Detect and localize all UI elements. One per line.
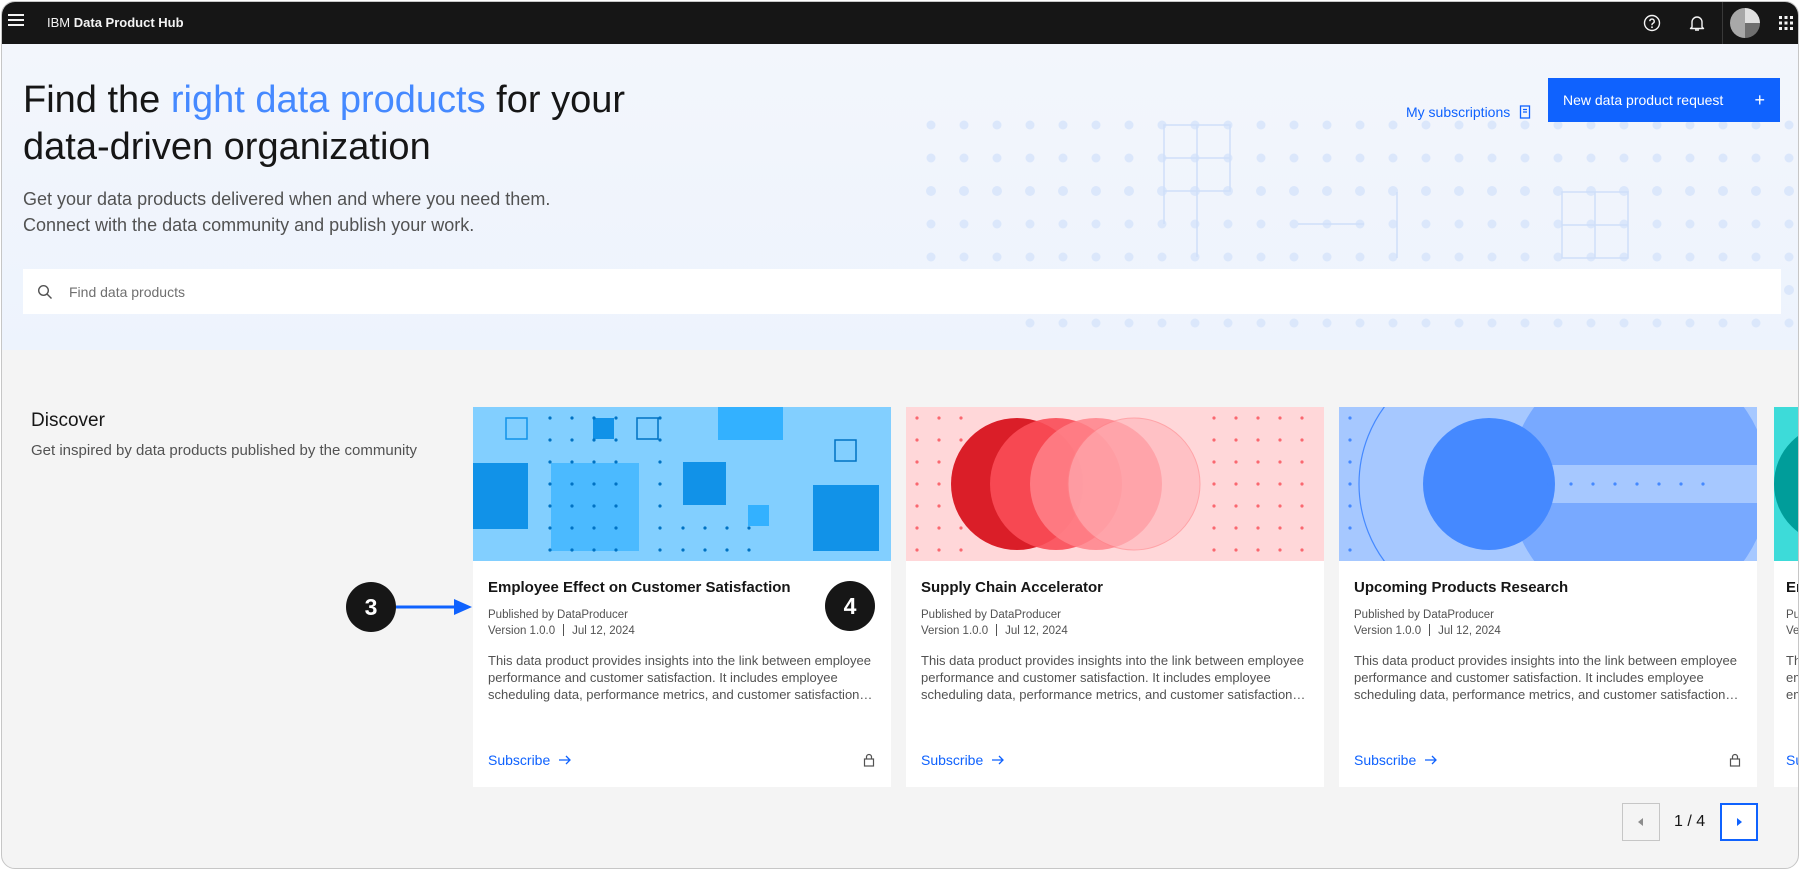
new-request-label: New data product request — [1563, 92, 1724, 108]
avatar-button[interactable] — [1722, 2, 1766, 44]
card-version: Version 1.0.0 — [1354, 625, 1422, 637]
top-bar: IBM Data Product Hub — [2, 2, 1798, 44]
search-bar — [23, 269, 1781, 314]
card-title: Em — [1786, 579, 1798, 596]
card-version: Version 1.0.0 — [488, 625, 556, 637]
card-date: Jul 12, 2024 — [572, 625, 635, 637]
card-publisher: Published by DataProducer — [488, 609, 628, 621]
card-description-line: em — [1786, 687, 1798, 702]
data-product-card[interactable]: Supply Chain Accelerator Published by Da… — [906, 407, 1324, 787]
arrow-right-icon — [559, 755, 572, 765]
annotation-arrow — [396, 599, 472, 615]
arrow-right-icon — [992, 755, 1005, 765]
card-description-line: Th — [1786, 653, 1798, 668]
brand-prefix: IBM — [47, 15, 71, 30]
hero-subtitle: Get your data products delivered when an… — [23, 186, 663, 238]
card-meta: Published by DataProducer Version 1.0.0 J… — [921, 607, 1068, 639]
app-window: IBM Data Product Hub Find the right data… — [1, 1, 1799, 869]
notification-icon[interactable] — [1675, 2, 1719, 44]
card-meta: Published by DataProducer Version 1.0.0 J… — [1354, 607, 1501, 639]
brand[interactable]: IBM Data Product Hub — [47, 15, 184, 30]
previous-page-button[interactable] — [1622, 803, 1660, 841]
hero-section: Find the right data products for your da… — [2, 44, 1798, 350]
avatar — [1729, 8, 1760, 38]
card-date: Jul 12, 2024 — [1438, 625, 1501, 637]
subscribe-link[interactable]: Subscribe — [1354, 752, 1438, 768]
app-switcher-icon[interactable] — [1764, 2, 1798, 44]
card-version: Version 1.0.0 — [921, 625, 989, 637]
help-icon[interactable] — [1630, 2, 1674, 44]
lock-icon — [1729, 753, 1741, 767]
new-data-product-request-button[interactable]: New data product request + — [1548, 78, 1780, 122]
search-input[interactable] — [69, 283, 1781, 300]
card-publisher: Published by DataProducer — [1354, 609, 1494, 621]
card-illustration — [906, 407, 1324, 561]
my-subscriptions-button[interactable]: My subscriptions — [1392, 90, 1546, 134]
lock-icon — [863, 753, 875, 767]
card-description-line: em — [1786, 670, 1798, 685]
card-date: Jul 12, 2024 — [1005, 625, 1068, 637]
hero-title-pre: Find the — [23, 79, 171, 121]
bookmark-list-icon — [1520, 105, 1531, 119]
menu-icon[interactable] — [8, 14, 24, 30]
discover-subtitle: Get inspired by data products published … — [31, 442, 418, 459]
data-product-card[interactable]: Upcoming Products Research Published by … — [1339, 407, 1757, 787]
card-meta: Published by DataProducer Version 1.0.0 J… — [488, 607, 635, 639]
plus-icon: + — [1754, 89, 1765, 110]
card-title[interactable]: Employee Effect on Customer Satisfaction — [488, 579, 791, 596]
card-title[interactable]: Supply Chain Accelerator — [921, 579, 1103, 596]
card-title[interactable]: Upcoming Products Research — [1354, 579, 1568, 596]
next-page-button[interactable] — [1720, 803, 1758, 841]
card-illustration — [1339, 407, 1757, 561]
caret-right-icon — [1737, 818, 1742, 826]
card-meta: Pul Ve — [1786, 607, 1799, 639]
hero-title: Find the right data products for your da… — [23, 77, 643, 171]
subscribe-link[interactable]: Su — [1786, 752, 1798, 768]
card-version: Ve — [1786, 625, 1799, 637]
hero-subtitle-line2: Connect with the data community and publ… — [23, 215, 475, 235]
step-badge: 3 — [346, 582, 396, 632]
discover-title: Discover — [31, 410, 105, 431]
hero-subtitle-line1: Get your data products delivered when an… — [23, 189, 551, 209]
my-subscriptions-label: My subscriptions — [1406, 104, 1511, 120]
subscribe-label: Subscribe — [488, 752, 551, 768]
subscribe-label: Subscribe — [1354, 752, 1417, 768]
card-illustration — [1774, 407, 1798, 561]
card-description: Th em em — [1786, 652, 1798, 703]
search-icon — [37, 284, 52, 299]
arrow-right-icon — [1425, 755, 1438, 765]
card-description: This data product provides insights into… — [488, 653, 871, 702]
page-indicator: 1 / 4 — [1674, 813, 1706, 830]
caret-left-icon — [1638, 818, 1643, 826]
subscribe-link[interactable]: Subscribe — [921, 752, 1005, 768]
step-badge: 4 — [825, 581, 875, 631]
hero-title-accent: right data products — [170, 79, 486, 121]
subscribe-link[interactable]: Subscribe — [488, 752, 572, 768]
card-publisher: Pul — [1786, 609, 1798, 621]
card-illustration — [473, 407, 891, 561]
brand-name: Data Product Hub — [73, 15, 184, 30]
card-publisher: Published by DataProducer — [921, 609, 1061, 621]
card-description: This data product provides insights into… — [1354, 653, 1737, 702]
subscribe-label: Subscribe — [921, 752, 984, 768]
card-description: This data product provides insights into… — [921, 653, 1304, 702]
data-product-card-partial[interactable]: Em Pul Ve Th em em Su — [1774, 407, 1799, 787]
